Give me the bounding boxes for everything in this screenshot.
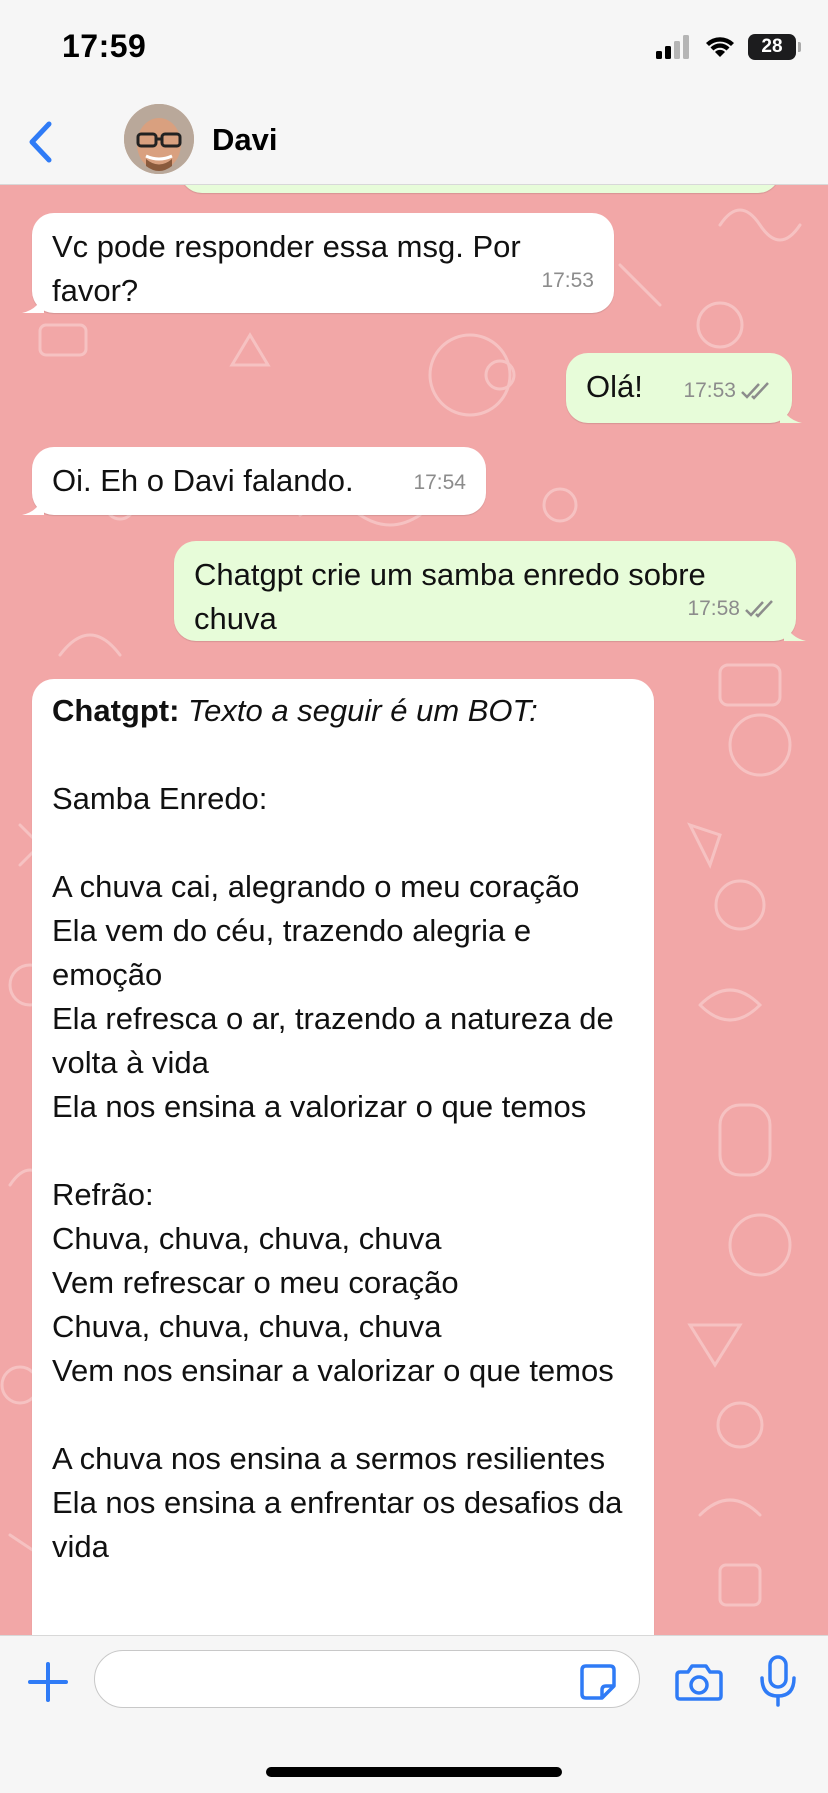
bubble-tail <box>22 493 44 515</box>
message-bubble-partial <box>180 185 780 193</box>
bot-sender-label: Chatgpt: <box>52 693 180 728</box>
signal-icon <box>656 35 689 59</box>
message-bubble-outgoing[interactable]: Chatgpt crie um samba enredo sobre chuva… <box>174 541 806 641</box>
sticker-icon <box>580 1664 616 1700</box>
message-time: 17:53 <box>541 269 594 292</box>
back-button[interactable] <box>20 118 60 166</box>
bubble-tail <box>784 619 806 641</box>
message-input[interactable] <box>94 1650 640 1708</box>
home-indicator <box>266 1767 562 1777</box>
chat-header: Davi <box>0 100 828 185</box>
message-time: 17:53 <box>683 369 772 413</box>
bot-message-body: Samba Enredo: A chuva cai, alegrando o m… <box>52 781 623 1564</box>
message-bubble-incoming[interactable]: Oi. Eh o Davi falando. 17:54 <box>22 447 486 515</box>
message-time: 17:58 <box>687 587 776 631</box>
battery-level: 28 <box>761 36 783 57</box>
wifi-icon <box>706 37 734 57</box>
message-time-text: 17:58 <box>687 597 740 620</box>
avatar[interactable] <box>124 104 194 174</box>
double-check-icon <box>741 382 769 400</box>
message-time: 17:54 <box>413 471 466 494</box>
battery-icon: 28 <box>748 34 801 60</box>
camera-icon <box>675 1664 723 1701</box>
chat-area[interactable]: Vc pode responder essa msg. Por favor? 1… <box>0 185 828 1635</box>
bot-disclaimer: Texto a seguir é um BOT: <box>188 693 538 728</box>
contact-name[interactable]: Davi <box>212 122 277 158</box>
status-icons: 28 <box>656 34 801 60</box>
message-bubble-incoming-bot[interactable]: Chatgpt: Texto a seguir é um BOT: Samba … <box>32 679 654 1635</box>
message-time-text: 17:53 <box>683 379 736 402</box>
avatar-photo <box>124 104 194 174</box>
chevron-left-icon <box>29 121 52 163</box>
double-check-icon <box>745 600 773 618</box>
bot-header: Chatgpt: Texto a seguir é um BOT: <box>52 689 634 733</box>
status-time: 17:59 <box>62 28 147 64</box>
attach-button[interactable] <box>24 1658 72 1706</box>
status-bar: 17:59 28 <box>0 0 828 100</box>
microphone-icon <box>760 1655 796 1707</box>
camera-button[interactable] <box>674 1658 724 1706</box>
message-text: Olá! <box>586 369 643 404</box>
microphone-button[interactable] <box>758 1654 798 1708</box>
plus-icon <box>28 1662 68 1702</box>
message-bubble-incoming[interactable]: Vc pode responder essa msg. Por favor? 1… <box>22 213 614 313</box>
message-text: Oi. Eh o Davi falando. <box>52 463 354 498</box>
message-bubble-outgoing[interactable]: Olá! 17:53 <box>566 353 802 423</box>
sticker-button[interactable] <box>578 1662 618 1702</box>
bubble-tail <box>22 291 44 313</box>
message-text: Vc pode responder essa msg. Por favor? <box>52 229 521 308</box>
bubble-tail <box>780 401 802 423</box>
